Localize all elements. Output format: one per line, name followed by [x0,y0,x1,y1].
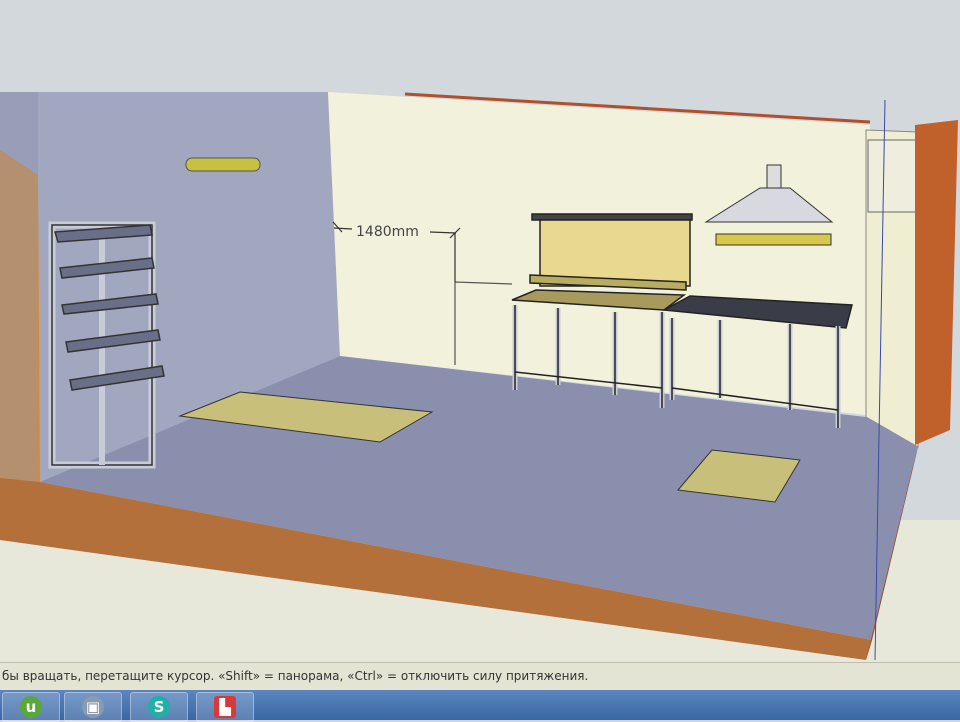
taskbar-sketchup[interactable]: ▙ [196,692,254,722]
status-hint: бы вращать, перетащите курсор. «Shift» =… [2,669,589,683]
dimension-label: 1480mm [356,224,419,240]
wall-lamp [185,157,261,172]
skype-icon: S [148,696,170,718]
taskbar: u ▣ S ▙ [0,690,960,722]
status-bar: бы вращать, перетащите курсор. «Shift» =… [0,662,960,691]
virtualbox-icon: ▣ [82,696,104,718]
left-wall-shade [0,92,38,482]
taskbar-virtualbox[interactable]: ▣ [64,692,122,722]
sketchup-viewport[interactable]: 1480mm [0,0,960,665]
taskbar-utorrent[interactable]: u [2,692,60,722]
utorrent-icon: u [20,696,42,718]
sketchup-icon: ▙ [214,696,236,718]
taskbar-skype[interactable]: S [130,692,188,722]
